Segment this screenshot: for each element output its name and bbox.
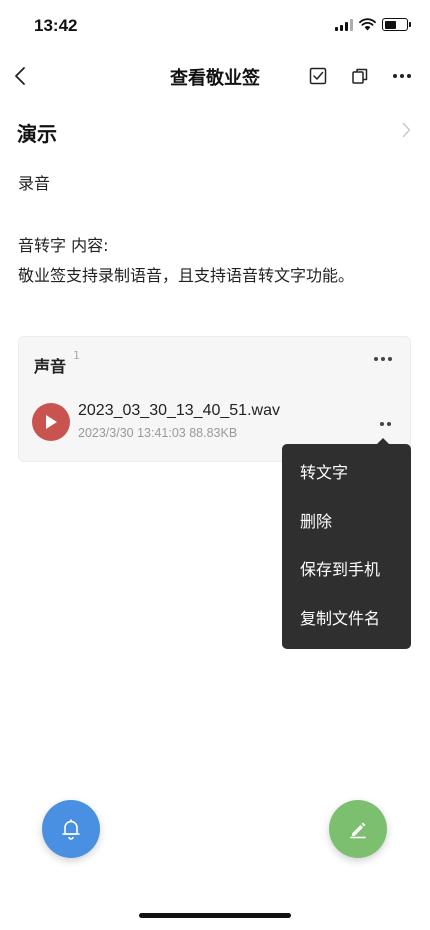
copy-icon (352, 68, 368, 84)
checkbox-icon (309, 67, 327, 85)
audio-item-more-button[interactable] (374, 417, 396, 431)
more-button[interactable] (388, 62, 416, 90)
sound-count: 1 (73, 349, 80, 362)
pen-icon (350, 822, 366, 839)
check-button[interactable] (304, 62, 332, 90)
status-icons (335, 18, 411, 31)
nav-bar: 查看敬业签 (0, 52, 430, 100)
play-icon (46, 415, 57, 429)
menu-item-transcribe[interactable]: 转文字 (282, 458, 411, 507)
sound-card-more-button[interactable] (370, 351, 396, 367)
menu-item-delete[interactable]: 删除 (282, 507, 411, 556)
more-horizontal-icon (393, 74, 411, 78)
wifi-icon (359, 18, 376, 31)
menu-item-save-to-phone[interactable]: 保存到手机 (282, 555, 411, 604)
status-bar: 13:42 (0, 0, 430, 52)
home-indicator (139, 913, 291, 918)
audio-file-meta: 2023/3/30 13:41:03 88.83KB (78, 426, 238, 440)
context-menu: 转文字 删除 保存到手机 复制文件名 (282, 438, 411, 649)
reminder-button[interactable] (42, 800, 100, 858)
audio-file-name: 2023_03_30_13_40_51.wav (78, 402, 280, 419)
menu-item-copy-filename[interactable]: 复制文件名 (282, 604, 411, 653)
note-line: 录音 (18, 174, 51, 193)
sound-heading: 声音 (34, 357, 67, 376)
note-line: 敬业签支持录制语音，且支持语音转文字功能。 (18, 266, 355, 285)
battery-icon (382, 18, 411, 31)
copy-button[interactable] (346, 62, 374, 90)
chevron-right-icon (402, 122, 410, 138)
back-button[interactable] (4, 60, 36, 92)
more-horizontal-icon (374, 357, 378, 361)
note-detail-button[interactable] (396, 120, 416, 140)
edit-button[interactable] (329, 800, 387, 858)
more-dots-icon (379, 422, 384, 426)
signal-icon (335, 18, 353, 31)
bell-icon (62, 819, 80, 840)
chevron-left-icon (15, 67, 25, 85)
note-line: 音转字 内容: (18, 236, 109, 255)
play-button[interactable] (32, 403, 70, 441)
status-time: 13:42 (34, 16, 78, 35)
note-title: 演示 (17, 122, 57, 146)
